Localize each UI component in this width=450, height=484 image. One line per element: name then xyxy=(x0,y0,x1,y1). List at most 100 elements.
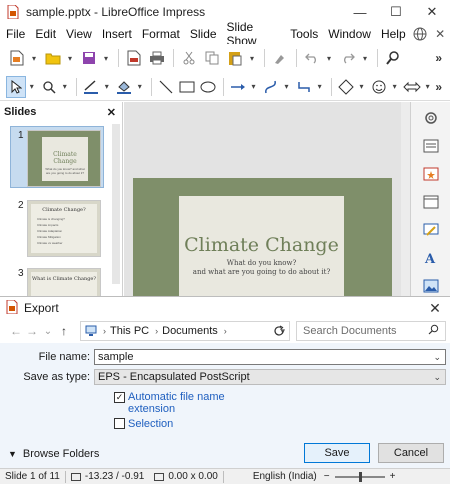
maximize-button[interactable]: ☐ xyxy=(378,0,414,24)
open-dropdown-icon[interactable]: ▾ xyxy=(65,47,75,69)
connector-tool-icon[interactable] xyxy=(294,76,314,98)
redo-icon[interactable] xyxy=(337,47,359,69)
slides-panel-scrollbar[interactable] xyxy=(112,124,120,284)
line-color-icon[interactable] xyxy=(81,76,101,98)
slide-thumbnail[interactable]: What is Climate Change? xyxy=(27,268,101,296)
slide-thumbnail[interactable]: Climate Change What do you know? and wha… xyxy=(27,130,101,187)
selection-checkbox[interactable] xyxy=(114,418,125,429)
undo-dropdown-icon[interactable]: ▾ xyxy=(324,47,334,69)
breadcrumb-documents[interactable]: Documents xyxy=(162,325,218,337)
curve-tool-icon[interactable] xyxy=(261,76,281,98)
zoom-out-button[interactable]: − xyxy=(322,471,332,482)
new-document-icon[interactable] xyxy=(6,47,28,69)
save-icon[interactable] xyxy=(78,47,100,69)
slide-thumbnail[interactable]: Climate Change? Climate is changing? Cli… xyxy=(27,200,101,257)
block-arrows-icon[interactable] xyxy=(402,76,422,98)
paste-dropdown-icon[interactable]: ▾ xyxy=(247,47,257,69)
refresh-icon[interactable] xyxy=(270,322,288,340)
zoom-slider[interactable] xyxy=(334,471,385,482)
symbol-shapes-dropdown-icon[interactable]: ▾ xyxy=(390,76,399,98)
animation-icon[interactable] xyxy=(419,218,443,242)
save-dropdown-icon[interactable]: ▾ xyxy=(101,47,111,69)
slide-editing-area[interactable]: Climate Change What do you know? and wha… xyxy=(124,102,410,308)
browse-folders-toggle[interactable]: ▼ Browse Folders xyxy=(8,448,99,460)
slide-thumbnail-row[interactable]: 2 Climate Change? Climate is changing? C… xyxy=(0,196,123,258)
basic-shapes-icon[interactable] xyxy=(336,76,356,98)
find-replace-icon[interactable] xyxy=(382,47,404,69)
export-dialog-close-button[interactable]: ✕ xyxy=(420,300,450,317)
fill-color-dropdown-icon[interactable]: ▾ xyxy=(135,76,144,98)
basic-shapes-dropdown-icon[interactable]: ▾ xyxy=(357,76,366,98)
menu-window[interactable]: Window xyxy=(323,27,376,41)
paste-icon[interactable] xyxy=(224,47,246,69)
main-slide[interactable]: Climate Change What do you know? and wha… xyxy=(133,178,392,308)
styles-icon[interactable]: A xyxy=(419,246,443,270)
select-dropdown-icon[interactable]: ▾ xyxy=(27,76,36,98)
rectangle-tool-icon[interactable] xyxy=(177,76,197,98)
recent-locations-icon[interactable]: ⌄ xyxy=(40,326,56,337)
minimize-button[interactable]: — xyxy=(342,0,378,24)
globe-icon[interactable] xyxy=(411,24,431,44)
search-documents-input[interactable]: Search Documents xyxy=(296,321,446,341)
menu-insert[interactable]: Insert xyxy=(97,27,137,41)
gallery-icon[interactable] xyxy=(419,274,443,298)
menu-format[interactable]: Format xyxy=(137,27,185,41)
lines-arrows-dropdown-icon[interactable]: ▾ xyxy=(249,76,258,98)
editing-vertical-scrollbar[interactable] xyxy=(401,102,410,296)
menu-slide[interactable]: Slide xyxy=(185,27,222,41)
master-slides-icon[interactable] xyxy=(419,190,443,214)
selection-label[interactable]: Selection xyxy=(128,418,173,430)
automatic-extension-label[interactable]: Automatic file name extension xyxy=(128,391,225,415)
save-as-type-dropdown-icon[interactable]: ⌄ xyxy=(433,372,441,383)
zoom-icon[interactable] xyxy=(39,76,59,98)
properties-icon[interactable] xyxy=(419,134,443,158)
select-pointer-icon[interactable] xyxy=(6,75,27,98)
copy-icon[interactable] xyxy=(201,47,223,69)
main-slide-title[interactable]: Climate Change xyxy=(179,234,344,256)
export-pdf-icon[interactable] xyxy=(123,47,145,69)
file-name-input[interactable]: sample ⌄ xyxy=(94,349,446,365)
menu-tools[interactable]: Tools xyxy=(285,27,323,41)
clone-formatting-icon[interactable] xyxy=(269,47,291,69)
toolbar1-more-button[interactable]: » xyxy=(435,51,442,65)
new-dropdown-icon[interactable]: ▾ xyxy=(29,47,39,69)
cut-icon[interactable] xyxy=(178,47,200,69)
forward-arrow-icon[interactable]: → xyxy=(24,324,40,338)
menu-view[interactable]: View xyxy=(61,27,97,41)
address-bar[interactable]: › This PC › Documents › ▾ xyxy=(80,321,290,341)
lines-arrows-icon[interactable] xyxy=(228,76,248,98)
toolbar2-more-button[interactable]: » xyxy=(435,80,442,94)
undo-icon[interactable] xyxy=(301,47,323,69)
back-arrow-icon[interactable]: ← xyxy=(8,324,24,338)
ellipse-tool-icon[interactable] xyxy=(198,76,218,98)
slide-transition-icon[interactable] xyxy=(419,162,443,186)
curve-dropdown-icon[interactable]: ▾ xyxy=(282,76,291,98)
print-icon[interactable] xyxy=(146,47,168,69)
menu-help[interactable]: Help xyxy=(376,27,411,41)
zoom-slider-knob[interactable] xyxy=(358,471,362,482)
open-folder-icon[interactable] xyxy=(42,47,64,69)
symbol-shapes-icon[interactable] xyxy=(369,76,389,98)
slide-thumbnail-row[interactable]: 1 Climate Change What do you know? and w… xyxy=(0,124,123,190)
close-window-button[interactable]: ✕ xyxy=(414,0,450,24)
zoom-in-button[interactable]: + xyxy=(388,471,398,482)
close-document-button[interactable]: ✕ xyxy=(430,24,450,44)
save-as-type-select[interactable]: EPS - Encapsulated PostScript ⌄ xyxy=(94,369,446,385)
file-name-dropdown-icon[interactable]: ⌄ xyxy=(433,352,441,363)
connector-dropdown-icon[interactable]: ▾ xyxy=(315,76,324,98)
cancel-button[interactable]: Cancel xyxy=(378,443,444,463)
line-color-dropdown-icon[interactable]: ▾ xyxy=(102,76,111,98)
redo-dropdown-icon[interactable]: ▾ xyxy=(360,47,370,69)
menu-file[interactable]: File xyxy=(0,27,30,41)
language-status[interactable]: English (India) xyxy=(248,471,322,482)
slide-thumbnail-row[interactable]: 3 What is Climate Change? xyxy=(0,264,123,296)
up-arrow-icon[interactable]: ↑ xyxy=(56,324,72,338)
settings-gear-icon[interactable] xyxy=(419,106,443,130)
zoom-dropdown-icon[interactable]: ▾ xyxy=(60,76,69,98)
slides-panel-close-button[interactable]: ✕ xyxy=(107,106,116,119)
save-button[interactable]: Save xyxy=(304,443,370,463)
block-arrows-dropdown-icon[interactable]: ▾ xyxy=(423,76,432,98)
breadcrumb-this-pc[interactable]: This PC xyxy=(110,325,149,337)
main-slide-subtitle[interactable]: What do you know? and what are you going… xyxy=(179,259,344,277)
line-tool-icon[interactable] xyxy=(156,76,176,98)
